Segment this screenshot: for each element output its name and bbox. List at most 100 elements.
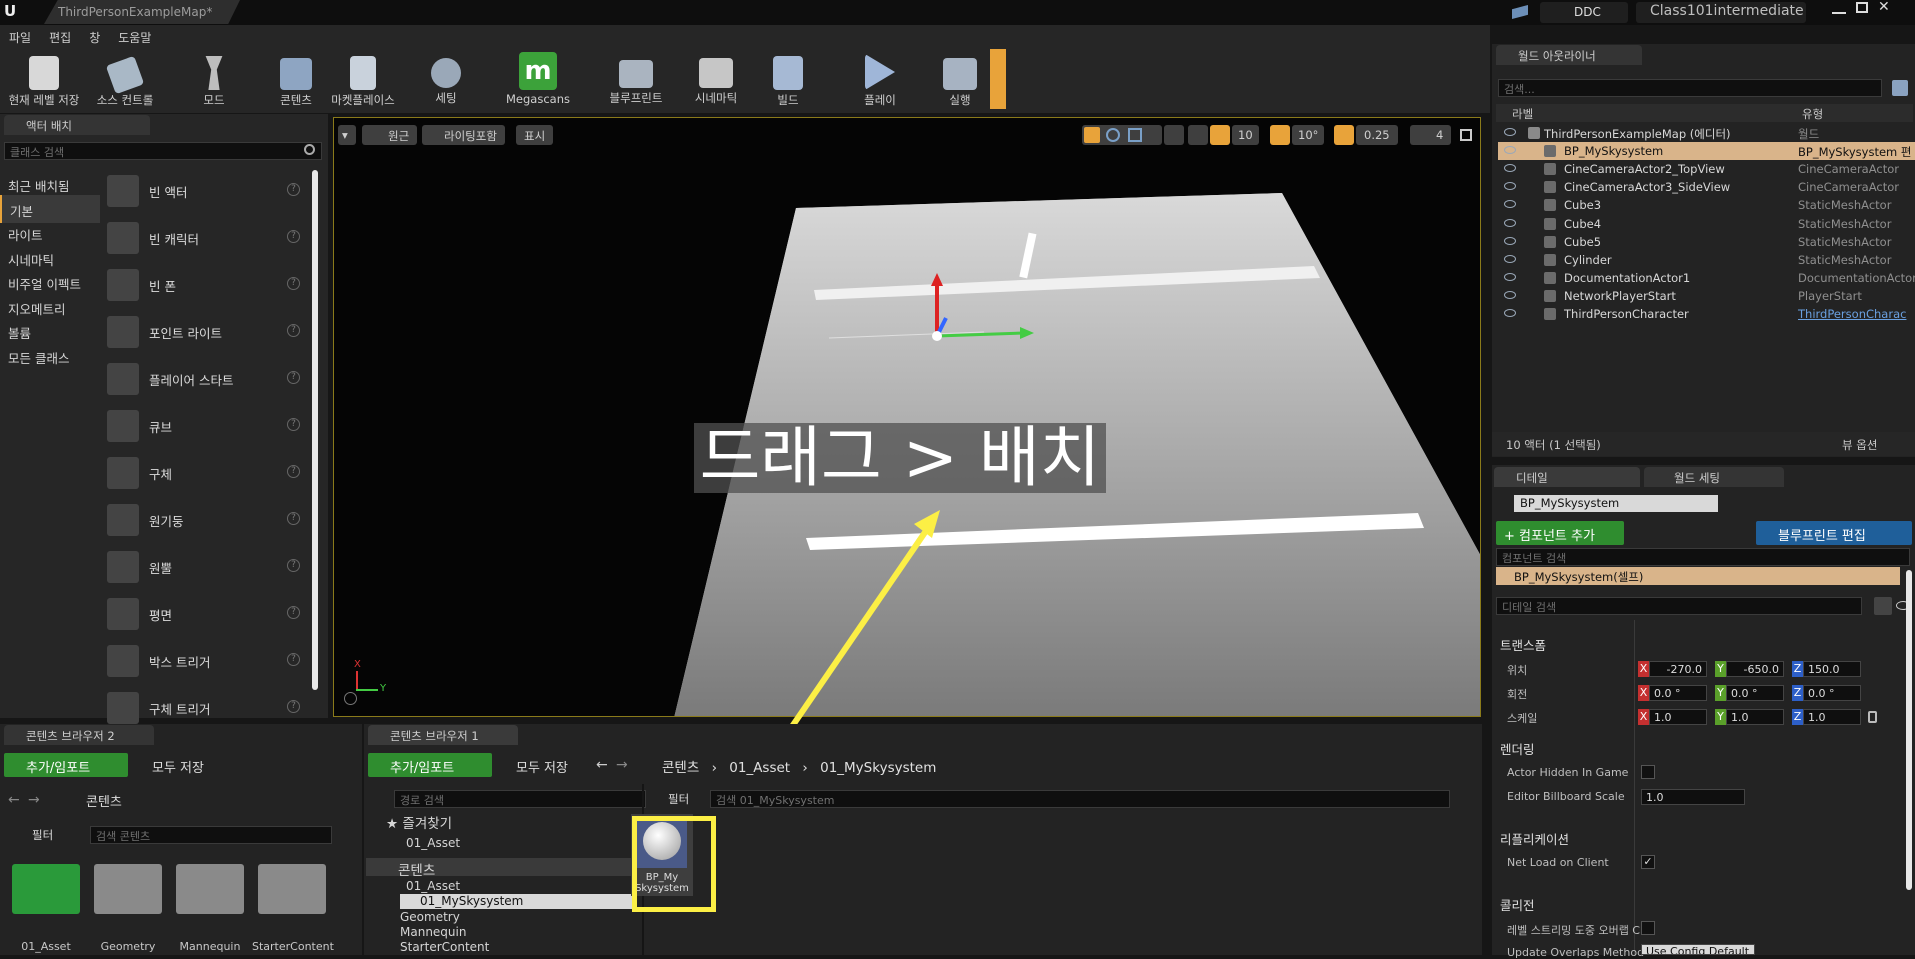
cb2-path[interactable]: 콘텐츠 [60, 791, 122, 810]
outliner-row[interactable]: CineCameraActor2_TopView CineCameraActor [1498, 160, 1915, 178]
cb2-filter-button[interactable]: 필터 [10, 827, 53, 843]
help-icon[interactable]: ? [287, 183, 300, 196]
outliner-row[interactable]: Cube4 StaticMeshActor [1498, 215, 1915, 233]
tree-01-myskysystem[interactable]: 01_MySkysystem [398, 894, 523, 908]
visibility-icon[interactable] [1504, 290, 1516, 299]
scale-tool-icon[interactable] [1128, 128, 1142, 142]
close-button[interactable]: ✕ [1878, 0, 1892, 14]
actor-item[interactable]: 플레이어 스타트? [105, 358, 305, 402]
maximize-button[interactable] [1856, 2, 1868, 13]
property-matrix-icon[interactable] [1874, 597, 1892, 615]
perspective-button[interactable]: 원근 [362, 125, 418, 145]
help-icon[interactable]: ? [287, 230, 300, 243]
outliner-row[interactable]: Cube3 StaticMeshActor [1498, 196, 1915, 214]
help-icon[interactable]: ? [287, 418, 300, 431]
tree-favorites[interactable]: ★ 즐겨찾기 [374, 812, 452, 832]
source-control-status-icon[interactable] [1512, 5, 1528, 19]
tree-01-asset[interactable]: 01_Asset [384, 879, 460, 893]
outliner-row[interactable]: DocumentationActor1 DocumentationActor [1498, 269, 1915, 287]
cb2-back-icon[interactable]: ← [8, 792, 20, 808]
settings-button[interactable]: 세팅 [418, 52, 474, 110]
col-type-header[interactable]: 유형 [1802, 106, 1823, 122]
help-icon[interactable]: ? [287, 700, 300, 713]
tab-content-browser-1[interactable]: 콘텐츠 브라우저 1 [368, 725, 518, 745]
viewport-options-button[interactable]: ▾ [338, 125, 356, 145]
tab-details[interactable]: 디테일 [1494, 467, 1640, 487]
net-load-checkbox[interactable]: ✓ [1641, 855, 1655, 869]
scale-y-field[interactable]: 1.0 [1726, 709, 1784, 725]
level-tab[interactable]: ThirdPersonExampleMap* [44, 0, 240, 24]
actor-item[interactable]: 평면? [105, 593, 305, 637]
save-level-button[interactable]: 현재 레벨 저장 [4, 52, 84, 110]
location-label[interactable]: 위치 [1507, 662, 1527, 678]
scale-x-field[interactable]: 1.0 [1649, 709, 1707, 725]
tab-world-settings[interactable]: 월드 세팅 [1644, 467, 1784, 487]
world-space-icon[interactable] [1164, 125, 1184, 145]
show-button[interactable]: 표시 [516, 125, 554, 145]
add-actor-icon[interactable] [1892, 80, 1908, 96]
menu-help[interactable]: 도움말 [109, 25, 160, 46]
folder-icon[interactable] [12, 864, 80, 914]
source-control-button[interactable]: 소스 컨트롤 [88, 52, 162, 110]
actor-item[interactable]: 원기둥? [105, 499, 305, 543]
scale-lock-icon[interactable] [1868, 711, 1877, 723]
megascans-button[interactable]: m Megascans [500, 52, 576, 110]
visibility-icon[interactable] [1504, 218, 1516, 227]
outliner-row[interactable]: ThirdPersonExampleMap (에디터) 월드 [1498, 124, 1915, 142]
scale-z-field[interactable]: 1.0 [1803, 709, 1861, 725]
maximize-viewport-icon[interactable] [1460, 129, 1472, 141]
section-collision[interactable]: 콜리전 [1500, 895, 1535, 914]
actor-hidden-checkbox[interactable] [1641, 765, 1655, 779]
blueprint-button[interactable]: 블루프린트 [596, 52, 676, 110]
col-label-header[interactable]: 라벨 [1512, 106, 1533, 122]
toolbar-expand-handle[interactable] [990, 49, 1006, 109]
rotation-x-field[interactable]: 0.0 ° [1649, 685, 1707, 701]
visibility-icon[interactable] [1504, 236, 1516, 245]
rotation-label[interactable]: 회전 [1507, 686, 1527, 702]
minimize-button[interactable] [1832, 4, 1846, 14]
tab-content-browser-2[interactable]: 콘텐츠 브라우저 2 [4, 725, 154, 745]
tree-content[interactable]: 콘텐츠 [374, 859, 435, 879]
visibility-icon[interactable] [1504, 254, 1516, 263]
tree-fav-01-asset[interactable]: 01_Asset [384, 836, 460, 850]
help-icon[interactable]: ? [287, 653, 300, 666]
cb1-filter-menu-button[interactable]: 필터 [654, 791, 689, 807]
component-search-input[interactable]: 컴포넌트 검색 [1496, 548, 1910, 566]
cb1-forward-icon[interactable]: → [616, 757, 628, 773]
help-icon[interactable]: ? [287, 277, 300, 290]
launch-button[interactable]: 실행 [932, 52, 988, 110]
location-y-field[interactable]: -650.0 [1726, 661, 1784, 677]
cb2-search-input[interactable]: 검색 콘텐츠 [90, 826, 332, 844]
actor-item[interactable]: 빈 캐릭터? [105, 217, 305, 261]
add-component-button[interactable]: + 컴포넌트 추가 [1496, 521, 1624, 545]
cb2-forward-icon[interactable]: → [28, 792, 40, 808]
section-rendering[interactable]: 렌더링 [1500, 739, 1535, 758]
details-scrollbar[interactable] [1906, 570, 1912, 890]
visibility-icon[interactable] [1504, 164, 1516, 173]
play-button[interactable]: 플레이 [852, 52, 908, 110]
help-icon[interactable]: ? [287, 324, 300, 337]
tree-mannequin[interactable]: Mannequin [378, 925, 466, 939]
breadcrumb-01-myskysystem[interactable]: 01_MySkysystem [820, 760, 936, 776]
cb2-save-all-button[interactable]: 모두 저장 [136, 757, 204, 776]
content-button[interactable]: 콘텐츠 [268, 52, 324, 110]
visibility-icon[interactable] [1504, 128, 1516, 136]
actor-item[interactable]: 빈 폰? [105, 264, 305, 308]
outliner-row[interactable]: NetworkPlayerStart PlayerStart [1498, 287, 1915, 305]
help-icon[interactable]: ? [287, 371, 300, 384]
section-replication[interactable]: 리플리케이션 [1500, 829, 1569, 848]
scale-snap-value[interactable]: 0.25 [1356, 125, 1398, 145]
menu-file[interactable]: 파일 [0, 25, 40, 46]
folder-icon[interactable] [176, 864, 244, 914]
build-button[interactable]: 빌드 [760, 52, 816, 110]
folder-icon[interactable] [94, 864, 162, 914]
rotation-z-field[interactable]: 0.0 ° [1803, 685, 1861, 701]
level-streaming-checkbox[interactable] [1641, 921, 1655, 935]
level-viewport[interactable]: ▾ 원근 라이팅포함 표시 10 10° 0.25 4 드래그 > 배치 X Y [333, 117, 1481, 717]
actor-item[interactable]: 박스 트리거? [105, 640, 305, 684]
breadcrumb-01-asset[interactable]: 01_Asset [729, 760, 790, 776]
cb2-add-import-button[interactable]: 추가/임포트 [4, 753, 128, 777]
update-overlaps-select[interactable]: Use Config Default [1641, 944, 1755, 955]
cb1-back-icon[interactable]: ← [596, 757, 608, 773]
tab-place-actors[interactable]: 액터 배치 [4, 115, 150, 135]
